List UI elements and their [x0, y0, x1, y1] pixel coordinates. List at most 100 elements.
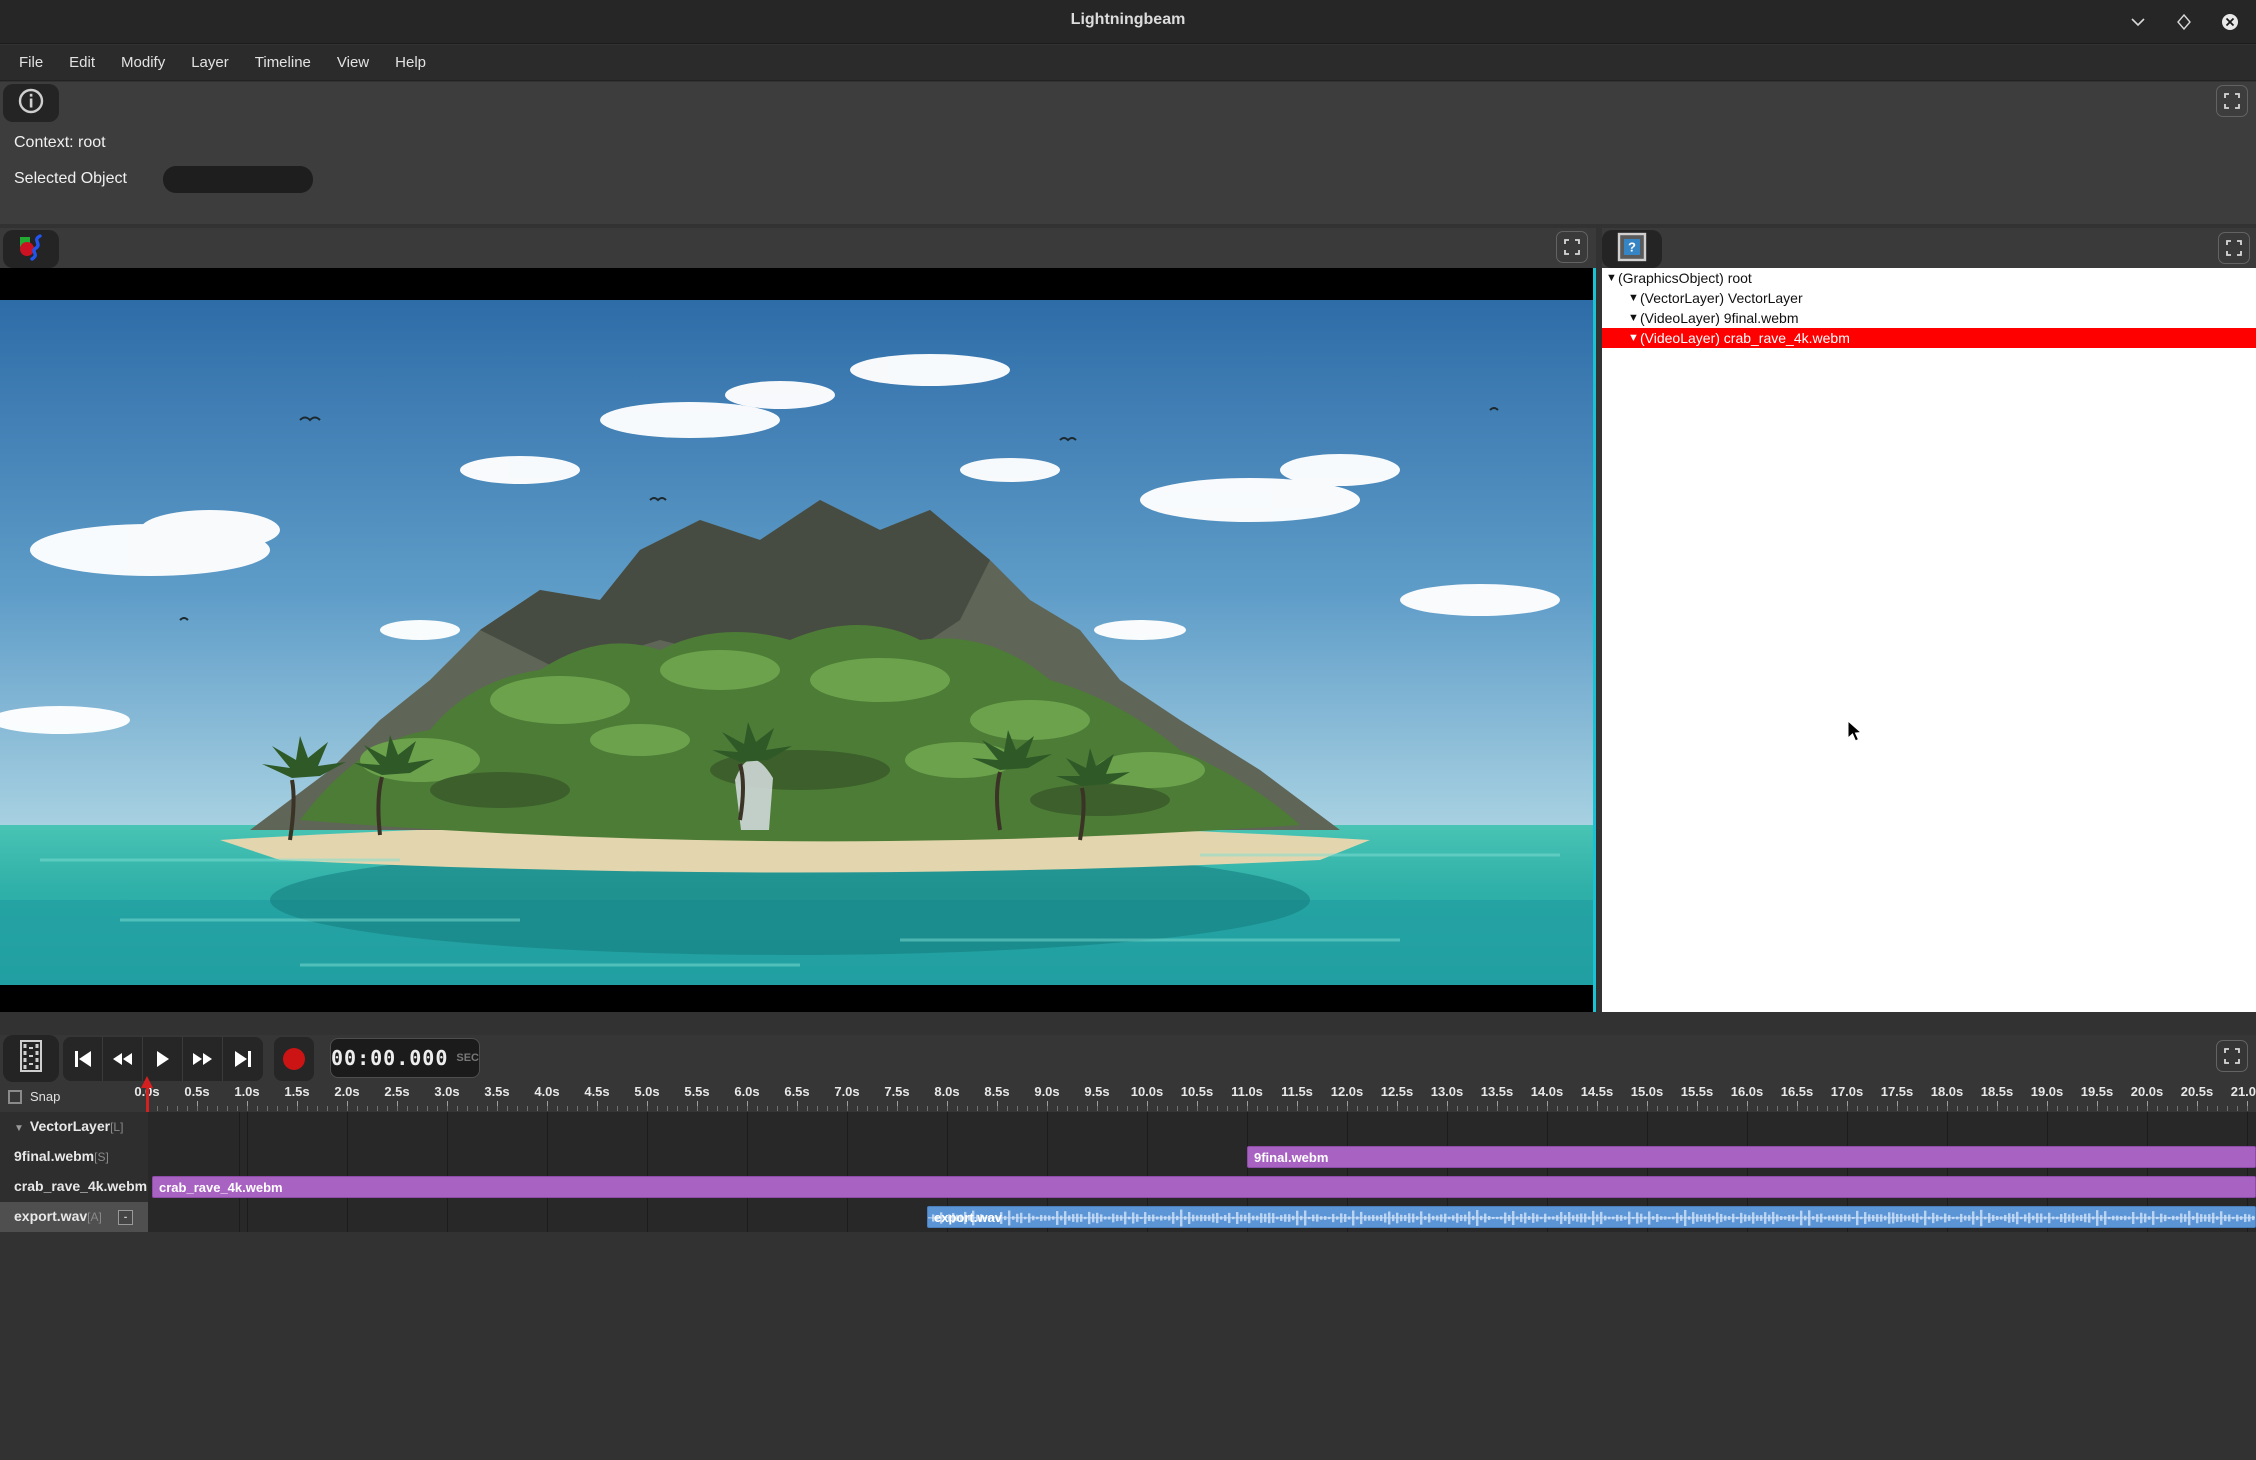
tree-item[interactable]: ▼(VectorLayer) VectorLayer [1602, 288, 2256, 308]
playhead[interactable] [141, 1076, 154, 1112]
record-icon [283, 1048, 305, 1070]
track-type-suffix: [S] [94, 1150, 109, 1164]
fast-forward-button[interactable] [183, 1037, 223, 1081]
timeline-toolbar: 00:00.000 SEC [0, 1035, 2256, 1082]
track-area[interactable]: export.wav [148, 1202, 2256, 1232]
track-area[interactable]: 9final.webm [148, 1142, 2256, 1172]
clip-crab_rave_4k.webm[interactable]: crab_rave_4k.webm [152, 1176, 2256, 1198]
snap-checkbox[interactable] [8, 1090, 22, 1104]
track-name: VectorLayer [30, 1118, 110, 1134]
track-name: crab_rave_4k.webm [14, 1178, 147, 1194]
ruler-tick-label: 12.5s [1381, 1084, 1414, 1099]
track-mute-checkbox[interactable]: - [118, 1210, 133, 1225]
ruler-tick-label: 3.5s [484, 1084, 509, 1099]
tree-item-label: (VideoLayer) 9final.webm [1640, 310, 1799, 326]
ruler-tick-label: 7.5s [884, 1084, 909, 1099]
time-display: 00:00.000 SEC [330, 1038, 480, 1078]
ruler-tick-label: 9.0s [1034, 1084, 1059, 1099]
menu-item-help[interactable]: Help [382, 48, 439, 77]
track-area[interactable]: crab_rave_4k.webm [148, 1172, 2256, 1202]
menu-item-edit[interactable]: Edit [56, 48, 108, 77]
track-label-export.wav[interactable]: export.wav[A]- [0, 1202, 148, 1232]
track-label-crab_rave_4k.webm[interactable]: crab_rave_4k.webm[S] [0, 1172, 148, 1202]
outline-fullscreen-button[interactable] [2218, 232, 2250, 264]
track-name: 9final.webm [14, 1148, 94, 1164]
chevron-down-icon[interactable]: ▼ [14, 1123, 24, 1134]
info-icon [18, 88, 44, 119]
ruler-tick-label: 1.5s [284, 1084, 309, 1099]
play-button[interactable] [143, 1037, 183, 1081]
close-icon[interactable] [2218, 10, 2242, 34]
skip-to-end-button[interactable] [223, 1037, 263, 1081]
menu-item-modify[interactable]: Modify [108, 48, 178, 77]
inspector-panel: Context: root Selected Object [0, 82, 2256, 224]
menu-item-layer[interactable]: Layer [178, 48, 242, 77]
ruler-tick-label: 14.5s [1581, 1084, 1614, 1099]
ruler-tick-label: 15.0s [1631, 1084, 1664, 1099]
maximize-icon[interactable] [2172, 10, 2196, 34]
track-label-VectorLayer[interactable]: ▼ VectorLayer[L] [0, 1112, 148, 1142]
clip-9final.webm[interactable]: 9final.webm [1247, 1146, 2256, 1168]
menu-item-file[interactable]: File [6, 48, 56, 77]
chevron-down-icon[interactable]: ▼ [1628, 328, 1640, 348]
track-area[interactable] [148, 1112, 2256, 1142]
menu-item-view[interactable]: View [324, 48, 382, 77]
menu-item-timeline[interactable]: Timeline [242, 48, 324, 77]
fullscreen-icon [2224, 93, 2240, 109]
chevron-down-icon[interactable]: ▼ [1628, 308, 1640, 328]
stage-viewport[interactable] [0, 268, 1596, 1012]
ruler-tick-label: 20.0s [2131, 1084, 2164, 1099]
stage-tab[interactable] [3, 230, 59, 268]
ruler-tick-label: 11.0s [1231, 1084, 1263, 1099]
track-name: export.wav [14, 1208, 87, 1224]
ruler-tick-label: 13.5s [1481, 1084, 1514, 1099]
ruler-tick-label: 1.0s [234, 1084, 259, 1099]
ruler-tick-label: 19.5s [2081, 1084, 2114, 1099]
selected-object-input[interactable] [163, 166, 313, 193]
ruler-tick-label: 6.5s [784, 1084, 809, 1099]
stage-fullscreen-button[interactable] [1556, 231, 1588, 263]
chevron-down-icon[interactable]: ▼ [1628, 288, 1640, 308]
transport-controls [63, 1037, 263, 1081]
selected-object-label: Selected Object [14, 170, 127, 188]
tree-item[interactable]: ▼(VideoLayer) crab_rave_4k.webm [1602, 328, 2256, 348]
ruler-tick-label: 6.0s [734, 1084, 759, 1099]
ruler-tick-label: 3.0s [434, 1084, 459, 1099]
ruler-tick-label: 2.0s [334, 1084, 359, 1099]
minimize-icon[interactable] [2126, 10, 2150, 34]
record-button[interactable] [274, 1037, 314, 1081]
ruler-tick-label: 4.5s [584, 1084, 609, 1099]
track-row: ▼ VectorLayer[L] [0, 1112, 2256, 1142]
timeline-fullscreen-button[interactable] [2216, 1040, 2248, 1072]
chevron-down-icon[interactable]: ▼ [1606, 268, 1618, 288]
ruler-tick-label: 14.0s [1531, 1084, 1564, 1099]
ruler-tick-label: 13.0s [1431, 1084, 1464, 1099]
timeline-tab[interactable] [3, 1035, 59, 1082]
video-preview-island [0, 300, 1593, 985]
track-type-suffix: [L] [110, 1120, 123, 1134]
inspector-fullscreen-button[interactable] [2216, 85, 2248, 117]
audio-waveform [928, 1207, 2256, 1228]
context-label: Context: root [14, 134, 106, 152]
clip-label: export.wav [934, 1207, 1002, 1228]
ruler-tick-label: 7.0s [834, 1084, 859, 1099]
ruler-tick-label: 19.0s [2031, 1084, 2064, 1099]
tree-item-label: (VideoLayer) crab_rave_4k.webm [1640, 330, 1850, 346]
clip-export.wav[interactable]: export.wav [927, 1206, 2256, 1228]
tree-item[interactable]: ▼(GraphicsObject) root [1602, 268, 2256, 288]
ruler-tick-label: 18.5s [1981, 1084, 2014, 1099]
mouse-cursor-icon [1846, 720, 1864, 749]
svg-text:?: ? [1628, 239, 1636, 254]
ruler-tick-label: 10.5s [1181, 1084, 1214, 1099]
track-row: 9final.webm[S]9final.webm [0, 1142, 2256, 1172]
tree-item[interactable]: ▼(VideoLayer) 9final.webm [1602, 308, 2256, 328]
track-label-9final.webm[interactable]: 9final.webm[S] [0, 1142, 148, 1172]
menu-bar: FileEditModifyLayerTimelineViewHelp [0, 45, 2256, 81]
skip-to-start-button[interactable] [63, 1037, 103, 1081]
timeline-ruler[interactable]: Snap 0.0s0.5s1.0s1.5s2.0s2.5s3.0s3.5s4.0… [0, 1082, 2256, 1112]
ruler-tick-label: 12.0s [1331, 1084, 1364, 1099]
ruler-tick-label: 15.5s [1681, 1084, 1714, 1099]
rewind-button[interactable] [103, 1037, 143, 1081]
outline-tab[interactable]: ? [1602, 230, 1662, 268]
inspector-tab[interactable] [3, 84, 59, 122]
